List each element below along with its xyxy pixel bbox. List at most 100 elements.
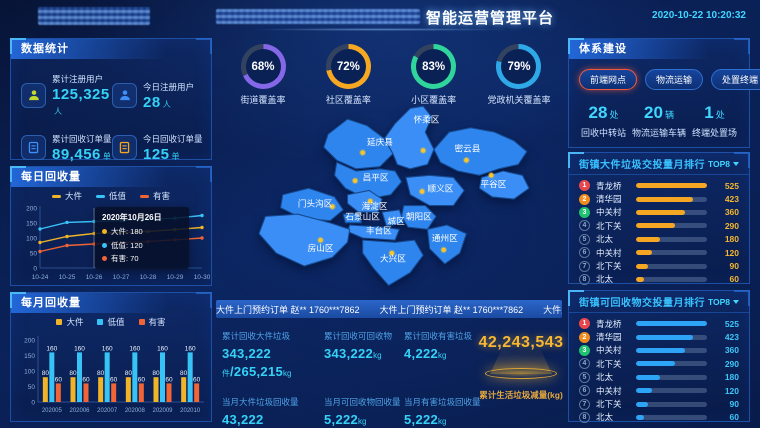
svg-text:202005: 202005 [42,408,63,414]
summary-number: 43,222 [222,412,264,427]
rank-bar-track [636,348,707,353]
rank-value: 120 [711,248,739,258]
svg-text:80: 80 [42,370,50,377]
summary-unit: kg [358,417,366,426]
tooltip-entry: 大件: 180 [111,226,143,237]
svg-text:0: 0 [33,265,37,272]
system-tabs: 前端网点物流运输处置终端 [569,59,749,90]
summary-value: 343,222件/265,215kg [222,345,324,381]
site-dot [353,178,358,183]
caret-down-icon [733,300,739,304]
rank-badge: 7 [579,261,590,272]
panel-title: 每月回收量 [11,293,211,313]
system-stat-unit: 处 [716,110,725,120]
rank-value: 360 [711,207,739,217]
beijing-district-map: 延庆县怀柔区密云县平谷区昌平区顺义区门头沟区海淀区石景山区城区朝阳区丰台区通州区… [250,104,538,292]
rank-value: 423 [711,194,739,204]
panel-monthly-recycling: 每月回收量 大件低值有害 050100150200202005801606020… [10,292,212,422]
system-stat-label: 物流运输车辆 [632,126,686,139]
top8-label: TOP8 [708,297,730,307]
summary-unit: kg [373,351,381,360]
system-stats: 28处回收中转站20辆物流运输车辆1处终端处置场 [569,90,749,139]
rank-bar-fill [636,277,644,282]
tab-处置终端[interactable]: 处置终端 [711,69,760,90]
rank-badge: 6 [579,385,590,396]
rank-name: 北下关 [596,260,632,272]
tab-物流运输[interactable]: 物流运输 [645,69,703,90]
rank-value: 60 [711,274,739,284]
district-label: 通州区 [432,233,458,243]
rank-row: 8北太60 [579,273,739,286]
stats-grid: 累计注册用户125,325人今日注册用户28人累计回收订单量89,456单今日回… [11,59,211,162]
rank-row: 4北下关290 [579,219,739,232]
rank-row: 7北下关90 [579,397,739,410]
total-reduction-block: 42,243,543 累计生活垃圾减量(kg) [478,334,564,401]
system-stat-label: 终端处置场 [692,126,737,139]
rank-bar-fill [636,210,685,215]
rank-bar-fill [636,388,652,393]
site-dot [420,189,425,194]
gauge: 79%党政机关覆盖率 [480,44,558,106]
top8-dropdown[interactable]: TOP8 [708,159,739,169]
gauge-ring: 83% [411,44,456,89]
coverage-gauges: 68%街道覆盖率72%社区覆盖率83%小区覆盖率79%党政机关覆盖率 [224,44,558,106]
stat-text: 累计注册用户125,325人 [52,73,112,117]
summary-number: 343,222 [324,346,373,361]
rank-list: 1青龙桥5252清华园4233中关村3604北下关2905北太1806中关村12… [569,175,749,286]
legend-label: 有害 [153,190,170,202]
rank-bar-track [636,335,707,340]
rank-bar-track [636,264,707,269]
district-房山区[interactable] [259,214,350,266]
district-密云县[interactable] [434,128,527,176]
svg-text:50: 50 [28,384,36,391]
gauge-value: 72% [337,61,360,73]
stat-value: 89,456单 [52,147,112,162]
svg-text:60: 60 [165,376,173,383]
district-通州区[interactable] [427,225,466,264]
rank-badge: 1 [579,318,590,329]
rank-name: 中关村 [596,344,632,356]
top8-dropdown[interactable]: TOP8 [708,297,739,307]
tooltip-row: 有害: 70 [102,253,182,264]
svg-text:100: 100 [26,235,37,242]
summary-label: 当月大件垃圾回收量 [222,396,324,408]
tab-前端网点[interactable]: 前端网点 [579,69,637,90]
rank-bar-track [636,210,707,215]
rank-bar-track [636,375,707,380]
svg-text:0: 0 [31,399,35,406]
district-label: 门头沟区 [298,198,333,209]
gauge-value: 83% [422,61,445,73]
summary-label: 累计回收大件垃圾 [222,330,324,342]
rank-badge: 5 [579,372,590,383]
rank-name: 北太 [596,273,632,285]
rank-value: 90 [711,261,739,271]
summary-value: 343,222kg [324,345,404,363]
rank-name: 北下关 [596,398,632,410]
district-label: 朝阳区 [406,212,432,222]
rank-bar-fill [636,223,675,228]
tooltip-row: 大件: 180 [102,226,182,237]
rank-badge: 4 [579,358,590,369]
rank-row: 2清华园423 [579,192,739,205]
summary-label: 当月有害垃圾回收量 [404,396,474,408]
gauge: 68%街道覆盖率 [224,44,302,106]
legend-label: 低值 [107,316,124,328]
district-label: 海淀区 [362,200,388,211]
top8-label: TOP8 [708,159,730,169]
rank-value: 90 [711,399,739,409]
summary-value: 43,222件/345,215kg [222,411,324,428]
site-dot [489,173,494,178]
ticker-track: 大件上门预约订单 赵** 1760***7862 大件上门预约订单 赵** 17… [216,301,562,318]
rank-value: 360 [711,345,739,355]
district-label: 石景山区 [345,212,380,222]
summary-unit: 件 [222,369,230,378]
gauge: 83%小区覆盖率 [395,44,473,106]
svg-text:80: 80 [125,370,133,377]
rank-badge: 2 [579,332,590,343]
system-stat: 1处终端处置场 [692,104,737,139]
rank-bar-fill [636,348,685,353]
district-label: 丰台区 [366,225,392,236]
rank-row: 6中关村120 [579,246,739,259]
rank-name: 中关村 [596,385,632,397]
legend-swatch [139,319,145,325]
